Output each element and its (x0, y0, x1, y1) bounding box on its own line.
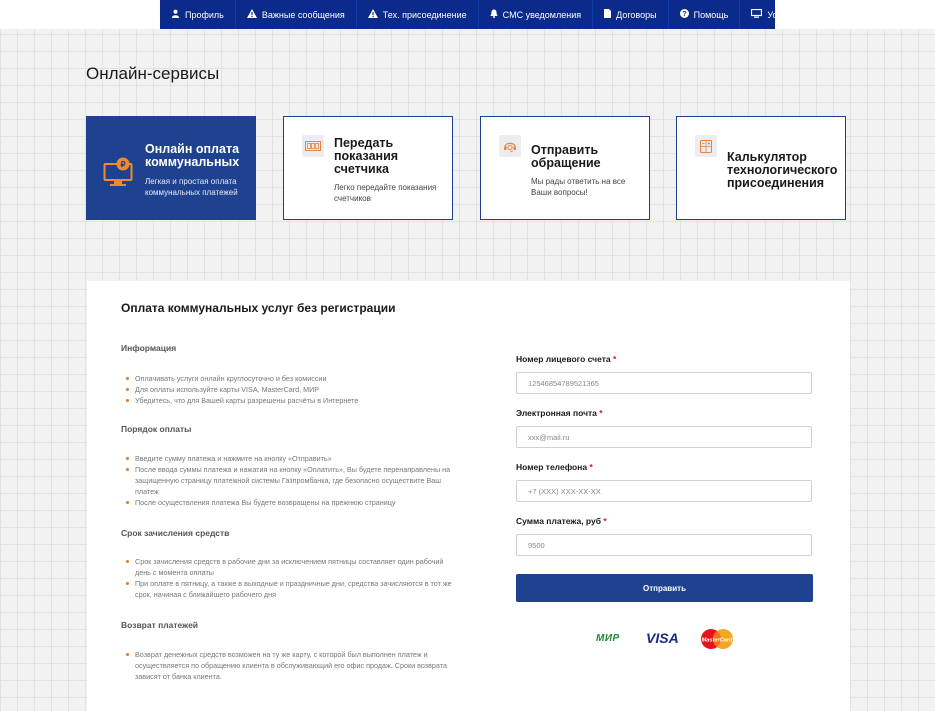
nav-label: Услуги (767, 9, 796, 20)
panel-title: Оплата коммунальных услуг без регистраци… (121, 301, 396, 315)
card-title: Передать показания счетчика (334, 136, 399, 176)
nav-item-tech-connection[interactable]: Тех. присоединение (357, 0, 479, 29)
nav-item-important-messages[interactable]: Важные сообщения (236, 0, 357, 29)
mastercard-logo: MasterCard (700, 628, 734, 650)
card-title: Калькулятор технологического присоединен… (727, 150, 838, 190)
visa-logo: VISA (646, 630, 679, 646)
nav-label: Профиль (185, 9, 224, 20)
list-item: Срок зачисления средств в рабочие дни за… (121, 556, 456, 578)
amount-label: Сумма платежа, руб * (516, 516, 607, 526)
page-title: Онлайн-сервисы (86, 64, 220, 83)
nav-label: Договоры (616, 9, 657, 20)
nav-item-profile[interactable]: Профиль (160, 0, 236, 29)
card-description: Легкая и простая оплата коммунальных пла… (145, 177, 238, 197)
top-bar: Профиль Важные сообщения Тех. присоедине… (0, 0, 935, 29)
list-item: При оплате в пятницу, а также в выходные… (121, 578, 456, 600)
nav-label: Помощь (693, 9, 729, 20)
nav-item-contracts[interactable]: Договоры (593, 0, 669, 29)
payment-panel: Оплата коммунальных услуг без регистраци… (87, 281, 850, 711)
nav-label: Важные сообщения (261, 9, 345, 20)
amount-input[interactable] (516, 534, 812, 556)
list-item: После осуществления платежа Вы будете во… (121, 497, 456, 508)
payment-monitor-icon: ₽ (103, 157, 135, 192)
phone-input[interactable] (516, 480, 812, 502)
help-icon: ? (679, 9, 689, 20)
calculator-icon (695, 135, 717, 157)
required-mark: * (603, 516, 607, 526)
card-meter-readings[interactable]: Передать показания счетчика Легко переда… (283, 116, 453, 220)
caret-down-icon: ▼ (801, 11, 807, 18)
list-item: После ввода суммы платежа и нажатия на к… (121, 464, 456, 497)
list-item: Введите сумму платежа и нажмите на кнопк… (121, 453, 456, 464)
svg-text:₽: ₽ (120, 160, 125, 169)
order-list: Введите сумму платежа и нажмите на кнопк… (121, 453, 456, 508)
list-item: Для оплаты используйте карты VISA, Maste… (121, 384, 456, 395)
crediting-list: Срок зачисления средств в рабочие дни за… (121, 556, 456, 600)
document-icon (604, 9, 612, 20)
section-heading-refunds: Возврат платежей (121, 620, 199, 630)
email-label: Электронная почта * (516, 408, 603, 418)
info-list: Оплачивать услуги онлайн круглосуточно и… (121, 373, 456, 406)
required-mark: * (612, 354, 617, 364)
submit-button[interactable]: Отправить (516, 574, 813, 602)
account-input[interactable] (516, 372, 812, 394)
card-description: Легко передайте показания счетчиков (334, 183, 437, 203)
warning-icon (246, 9, 257, 20)
email-input[interactable] (516, 426, 812, 448)
main-nav: Профиль Важные сообщения Тех. присоедине… (160, 0, 807, 29)
warning-icon (367, 9, 378, 20)
card-online-payment[interactable]: ₽ Онлайн оплата коммунальных Легкая и пр… (86, 116, 256, 220)
mastercard-wordmark: MasterCard (702, 637, 733, 643)
account-label: Номер лицевого счета * (516, 354, 617, 364)
support-icon (499, 135, 521, 157)
mir-logo: МИР (596, 633, 620, 644)
required-mark: * (599, 408, 603, 418)
list-item: Убедитесь, что для Вашей карты разрешены… (121, 395, 456, 406)
list-item: Оплачивать услуги онлайн круглосуточно и… (121, 373, 456, 384)
card-title: Отправить обращение (531, 143, 601, 170)
bell-icon (490, 9, 498, 20)
card-send-request[interactable]: Отправить обращение Мы рады ответить на … (480, 116, 650, 220)
section-heading-order: Порядок оплаты (121, 424, 192, 434)
monitor-icon (751, 8, 763, 20)
user-icon (171, 9, 180, 20)
card-calculator[interactable]: Калькулятор технологического присоединен… (676, 116, 846, 220)
phone-label: Номер телефона * (516, 462, 593, 472)
list-item: Возврат денежных средств возможен на ту … (121, 649, 456, 682)
card-title: Онлайн оплата коммунальных (145, 142, 240, 169)
nav-item-services[interactable]: Услуги ▼ (740, 0, 818, 29)
card-description: Мы рады ответить на все Ваши вопросы! (531, 177, 626, 197)
section-heading-info: Информация (121, 343, 177, 353)
refunds-list: Возврат денежных средств возможен на ту … (121, 649, 456, 682)
nav-item-sms[interactable]: СМС уведомления (479, 0, 594, 29)
svg-text:?: ? (682, 9, 686, 18)
section-heading-crediting: Срок зачисления средств (121, 528, 230, 538)
nav-label: СМС уведомления (502, 9, 582, 20)
nav-item-help[interactable]: ? Помощь (669, 0, 741, 29)
required-mark: * (589, 462, 593, 472)
nav-label: Тех. присоединение (382, 9, 467, 20)
meter-icon (302, 135, 324, 157)
